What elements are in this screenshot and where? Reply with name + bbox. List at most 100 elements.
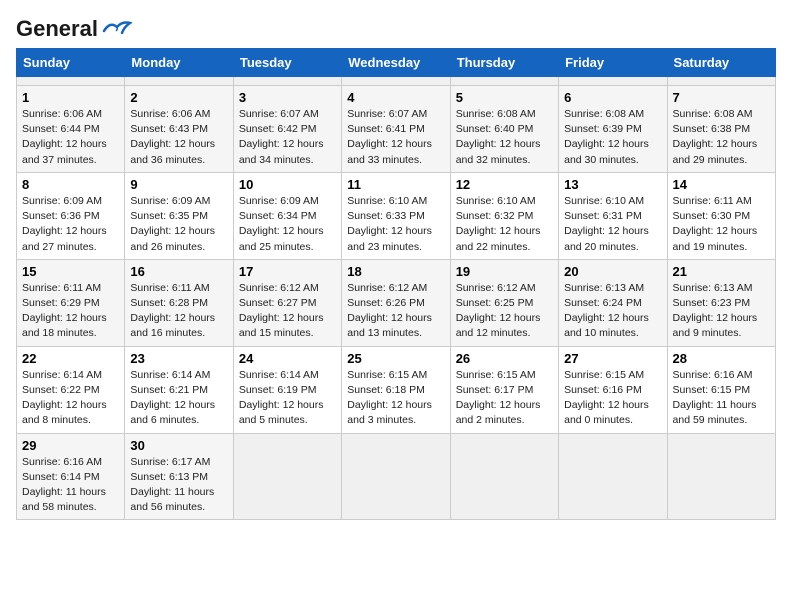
calendar-cell — [667, 433, 775, 520]
calendar-cell: 9 Sunrise: 6:09 AM Sunset: 6:35 PM Daylig… — [125, 172, 233, 259]
day-info: Sunrise: 6:14 AM Sunset: 6:19 PM Dayligh… — [239, 368, 336, 429]
day-number: 19 — [456, 264, 553, 279]
logo: General — [16, 16, 132, 38]
day-number: 5 — [456, 90, 553, 105]
weekday-header-tuesday: Tuesday — [233, 49, 341, 77]
logo-text-general: General — [16, 16, 98, 42]
weekday-header-friday: Friday — [559, 49, 667, 77]
day-number: 6 — [564, 90, 661, 105]
day-info: Sunrise: 6:13 AM Sunset: 6:23 PM Dayligh… — [673, 281, 770, 342]
calendar-cell — [667, 77, 775, 86]
day-number: 17 — [239, 264, 336, 279]
day-info: Sunrise: 6:10 AM Sunset: 6:32 PM Dayligh… — [456, 194, 553, 255]
day-info: Sunrise: 6:12 AM Sunset: 6:27 PM Dayligh… — [239, 281, 336, 342]
day-number: 24 — [239, 351, 336, 366]
day-info: Sunrise: 6:09 AM Sunset: 6:36 PM Dayligh… — [22, 194, 119, 255]
calendar-cell — [450, 77, 558, 86]
calendar-cell — [342, 77, 450, 86]
day-info: Sunrise: 6:16 AM Sunset: 6:14 PM Dayligh… — [22, 455, 119, 516]
calendar-cell — [233, 77, 341, 86]
calendar-cell: 21 Sunrise: 6:13 AM Sunset: 6:23 PM Dayli… — [667, 259, 775, 346]
day-info: Sunrise: 6:16 AM Sunset: 6:15 PM Dayligh… — [673, 368, 770, 429]
day-number: 21 — [673, 264, 770, 279]
day-info: Sunrise: 6:06 AM Sunset: 6:43 PM Dayligh… — [130, 107, 227, 168]
calendar-week-3: 8 Sunrise: 6:09 AM Sunset: 6:36 PM Daylig… — [17, 172, 776, 259]
calendar-cell: 2 Sunrise: 6:06 AM Sunset: 6:43 PM Daylig… — [125, 86, 233, 173]
calendar-cell: 18 Sunrise: 6:12 AM Sunset: 6:26 PM Dayli… — [342, 259, 450, 346]
calendar-cell: 11Sunrise: 6:10 AM Sunset: 6:33 PM Dayli… — [342, 172, 450, 259]
calendar-cell — [559, 77, 667, 86]
day-number: 12 — [456, 177, 553, 192]
day-number: 25 — [347, 351, 444, 366]
day-info: Sunrise: 6:11 AM Sunset: 6:29 PM Dayligh… — [22, 281, 119, 342]
calendar-cell — [559, 433, 667, 520]
day-info: Sunrise: 6:09 AM Sunset: 6:34 PM Dayligh… — [239, 194, 336, 255]
day-info: Sunrise: 6:11 AM Sunset: 6:28 PM Dayligh… — [130, 281, 227, 342]
calendar-cell: 30 Sunrise: 6:17 AM Sunset: 6:13 PM Dayli… — [125, 433, 233, 520]
calendar-cell: 28 Sunrise: 6:16 AM Sunset: 6:15 PM Dayli… — [667, 346, 775, 433]
weekday-header-wednesday: Wednesday — [342, 49, 450, 77]
calendar-cell: 8 Sunrise: 6:09 AM Sunset: 6:36 PM Daylig… — [17, 172, 125, 259]
day-info: Sunrise: 6:08 AM Sunset: 6:38 PM Dayligh… — [673, 107, 770, 168]
day-number: 16 — [130, 264, 227, 279]
calendar-cell: 20Sunrise: 6:13 AM Sunset: 6:24 PM Dayli… — [559, 259, 667, 346]
day-number: 30 — [130, 438, 227, 453]
day-number: 13 — [564, 177, 661, 192]
calendar-cell: 15Sunrise: 6:11 AM Sunset: 6:29 PM Dayli… — [17, 259, 125, 346]
day-number: 18 — [347, 264, 444, 279]
day-number: 2 — [130, 90, 227, 105]
day-info: Sunrise: 6:15 AM Sunset: 6:16 PM Dayligh… — [564, 368, 661, 429]
day-number: 27 — [564, 351, 661, 366]
calendar-cell — [125, 77, 233, 86]
day-number: 14 — [673, 177, 770, 192]
calendar-cell — [233, 433, 341, 520]
day-number: 3 — [239, 90, 336, 105]
calendar-cell: 22 Sunrise: 6:14 AM Sunset: 6:22 PM Dayli… — [17, 346, 125, 433]
calendar-week-5: 22 Sunrise: 6:14 AM Sunset: 6:22 PM Dayli… — [17, 346, 776, 433]
day-info: Sunrise: 6:17 AM Sunset: 6:13 PM Dayligh… — [130, 455, 227, 516]
calendar-cell — [450, 433, 558, 520]
day-info: Sunrise: 6:15 AM Sunset: 6:18 PM Dayligh… — [347, 368, 444, 429]
day-info: Sunrise: 6:14 AM Sunset: 6:22 PM Dayligh… — [22, 368, 119, 429]
calendar-cell: 29 Sunrise: 6:16 AM Sunset: 6:14 PM Dayli… — [17, 433, 125, 520]
calendar-table: SundayMondayTuesdayWednesdayThursdayFrid… — [16, 48, 776, 520]
calendar-cell: 5 Sunrise: 6:08 AM Sunset: 6:40 PM Daylig… — [450, 86, 558, 173]
calendar-cell: 7 Sunrise: 6:08 AM Sunset: 6:38 PM Daylig… — [667, 86, 775, 173]
calendar-cell: 4 Sunrise: 6:07 AM Sunset: 6:41 PM Daylig… — [342, 86, 450, 173]
weekday-header-monday: Monday — [125, 49, 233, 77]
calendar-cell: 17 Sunrise: 6:12 AM Sunset: 6:27 PM Dayli… — [233, 259, 341, 346]
calendar-cell: 1Sunrise: 6:06 AM Sunset: 6:44 PM Daylig… — [17, 86, 125, 173]
day-info: Sunrise: 6:09 AM Sunset: 6:35 PM Dayligh… — [130, 194, 227, 255]
day-number: 4 — [347, 90, 444, 105]
logo-bird-icon — [102, 19, 132, 39]
day-number: 9 — [130, 177, 227, 192]
day-number: 8 — [22, 177, 119, 192]
day-info: Sunrise: 6:12 AM Sunset: 6:25 PM Dayligh… — [456, 281, 553, 342]
weekday-header-thursday: Thursday — [450, 49, 558, 77]
day-info: Sunrise: 6:15 AM Sunset: 6:17 PM Dayligh… — [456, 368, 553, 429]
calendar-cell: 10 Sunrise: 6:09 AM Sunset: 6:34 PM Dayli… — [233, 172, 341, 259]
day-number: 22 — [22, 351, 119, 366]
page-header: General — [16, 16, 776, 38]
calendar-cell: 27 Sunrise: 6:15 AM Sunset: 6:16 PM Dayli… — [559, 346, 667, 433]
day-number: 7 — [673, 90, 770, 105]
day-info: Sunrise: 6:14 AM Sunset: 6:21 PM Dayligh… — [130, 368, 227, 429]
day-number: 20 — [564, 264, 661, 279]
calendar-week-2: 1Sunrise: 6:06 AM Sunset: 6:44 PM Daylig… — [17, 86, 776, 173]
day-number: 28 — [673, 351, 770, 366]
calendar-cell: 19 Sunrise: 6:12 AM Sunset: 6:25 PM Dayli… — [450, 259, 558, 346]
day-info: Sunrise: 6:08 AM Sunset: 6:40 PM Dayligh… — [456, 107, 553, 168]
day-number: 29 — [22, 438, 119, 453]
day-info: Sunrise: 6:07 AM Sunset: 6:42 PM Dayligh… — [239, 107, 336, 168]
calendar-cell: 14Sunrise: 6:11 AM Sunset: 6:30 PM Dayli… — [667, 172, 775, 259]
day-info: Sunrise: 6:06 AM Sunset: 6:44 PM Dayligh… — [22, 107, 119, 168]
calendar-cell — [17, 77, 125, 86]
day-number: 10 — [239, 177, 336, 192]
day-info: Sunrise: 6:07 AM Sunset: 6:41 PM Dayligh… — [347, 107, 444, 168]
day-number: 26 — [456, 351, 553, 366]
day-number: 23 — [130, 351, 227, 366]
weekday-header-saturday: Saturday — [667, 49, 775, 77]
calendar-cell: 6Sunrise: 6:08 AM Sunset: 6:39 PM Daylig… — [559, 86, 667, 173]
calendar-cell: 16 Sunrise: 6:11 AM Sunset: 6:28 PM Dayli… — [125, 259, 233, 346]
day-info: Sunrise: 6:12 AM Sunset: 6:26 PM Dayligh… — [347, 281, 444, 342]
